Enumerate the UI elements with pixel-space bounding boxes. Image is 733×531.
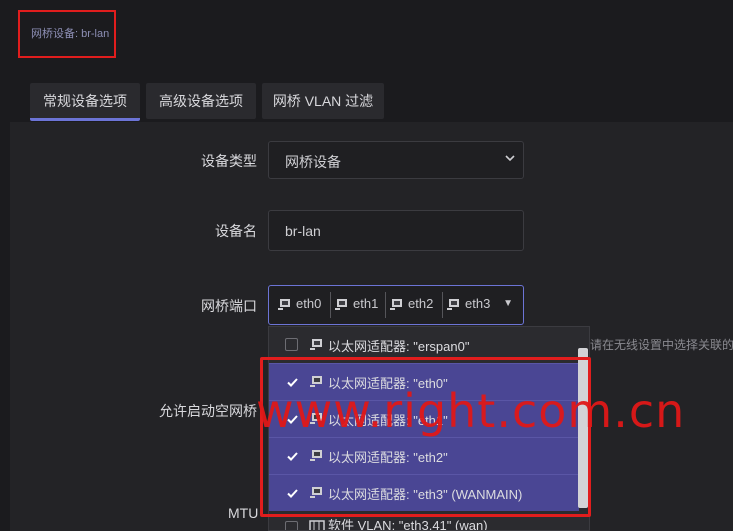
device-type-select[interactable]: 网桥设备 xyxy=(268,141,524,179)
port-chip: eth2 xyxy=(389,296,433,311)
ethernet-icon xyxy=(310,339,322,350)
port-chip-label: eth0 xyxy=(296,296,322,311)
ethernet-icon xyxy=(278,298,290,310)
allow-empty-bridge-label: 允许启动空网桥 xyxy=(159,403,257,419)
chevron-down-icon xyxy=(505,155,515,162)
port-chip-label: eth2 xyxy=(408,296,434,311)
device-type-label: 设备类型 xyxy=(201,153,257,169)
mtu-label: MTU xyxy=(228,505,259,521)
ethernet-icon xyxy=(447,298,459,310)
ethernet-icon xyxy=(390,298,402,310)
tab-vlan-filter[interactable]: 网桥 VLAN 过滤 xyxy=(262,83,384,119)
option-label: 软件 VLAN: "eth3.41" (wan) xyxy=(328,518,488,531)
device-name-value: br-lan xyxy=(285,223,321,239)
port-chip-label: eth1 xyxy=(353,296,379,311)
dropdown-caret-icon[interactable]: ▼ xyxy=(503,298,513,309)
port-chip-label: eth3 xyxy=(465,296,491,311)
checkbox[interactable] xyxy=(285,338,298,351)
option-label: 以太网适配器: "erspan0" xyxy=(328,338,470,354)
tab-general[interactable]: 常规设备选项 xyxy=(30,83,140,121)
bridge-ports-hint: 请在无线设置中选择关联的 xyxy=(590,338,733,352)
tab-advanced[interactable]: 高级设备选项 xyxy=(146,83,256,119)
device-type-value: 网桥设备 xyxy=(285,154,341,170)
vlan-icon xyxy=(309,520,325,530)
ethernet-icon xyxy=(335,298,347,310)
checkbox[interactable] xyxy=(285,521,298,530)
port-chip: eth3 xyxy=(446,296,490,311)
bridge-ports-label: 网桥端口 xyxy=(201,298,257,314)
device-name-field[interactable]: br-lan xyxy=(268,210,524,251)
page-title: 网桥设备: br-lan xyxy=(31,28,110,40)
watermark: www.right.com.cn xyxy=(256,384,686,438)
bridge-ports-select[interactable]: eth0 eth1 eth2 eth3 ▼ xyxy=(268,285,524,325)
port-chip: eth1 xyxy=(334,296,378,311)
device-name-label: 设备名 xyxy=(215,223,257,239)
port-chip: eth0 xyxy=(277,296,321,311)
